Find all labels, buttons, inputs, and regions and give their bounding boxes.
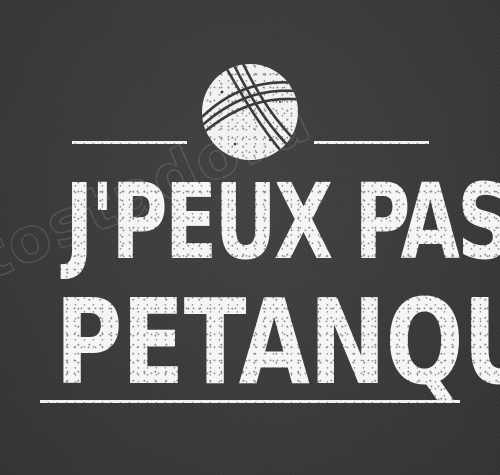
divider-right xyxy=(314,141,429,144)
divider-bottom xyxy=(40,400,460,403)
petanque-ball-icon xyxy=(202,64,298,160)
tshirt-print: tostadora J'PEUX PAS J'AI PETANQUE xyxy=(0,0,500,475)
divider-left xyxy=(72,141,187,144)
headline-line-2: PETANQUE xyxy=(55,273,500,411)
headline-line-1: J'PEUX PAS J'AI xyxy=(65,161,500,283)
